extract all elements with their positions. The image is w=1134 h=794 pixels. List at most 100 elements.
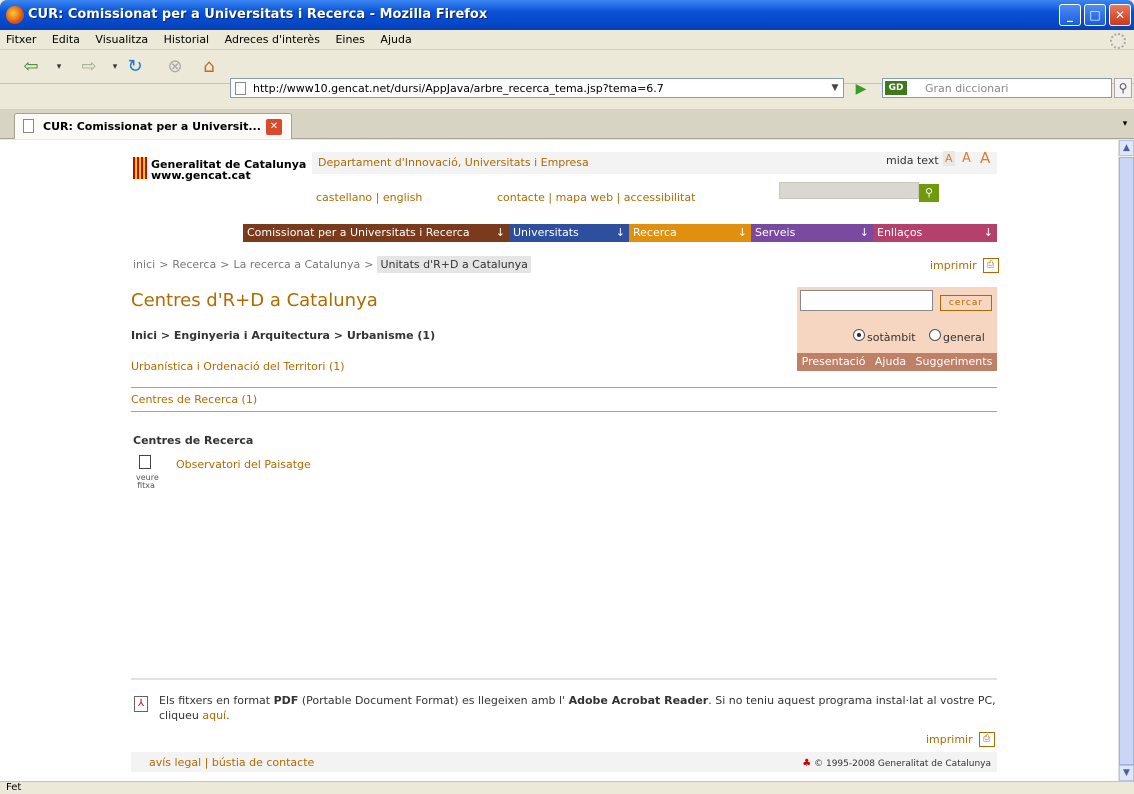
nav-label: Comissionat per a Universitats i Recerca <box>247 226 470 239</box>
pdf-note-text: . <box>226 709 230 722</box>
link-presentacio[interactable]: Presentació <box>802 353 866 371</box>
minimize-button[interactable]: _ <box>1059 4 1081 26</box>
home-icon[interactable]: ⌂ <box>196 56 222 78</box>
search-engine-box[interactable]: GD Gran diccionari <box>882 78 1112 98</box>
breadcrumb-separator: > <box>220 257 230 271</box>
gencat-logo[interactable] <box>133 157 147 179</box>
search-input[interactable] <box>800 290 933 311</box>
tab-title: CUR: Comissionat per a Universit... <box>43 120 261 133</box>
tab-active[interactable]: CUR: Comissionat per a Universit... ✕ <box>14 113 292 139</box>
divider <box>131 678 997 680</box>
arrow-down-icon: ↓ <box>737 226 747 239</box>
back-button[interactable]: ⇦ <box>14 56 48 78</box>
document-icon[interactable] <box>139 455 151 469</box>
forward-button[interactable]: ⇨ <box>72 56 106 78</box>
breadcrumb-inici[interactable]: inici <box>133 258 155 271</box>
radio-general[interactable] <box>929 329 941 341</box>
subtopic-link[interactable]: Urbanística i Ordenació del Territori (1… <box>131 360 345 373</box>
nav-label: Enllaços <box>877 226 923 239</box>
print-icon: ⎙ <box>982 258 999 273</box>
page-icon <box>23 119 34 133</box>
site-search-button[interactable]: ⚲ <box>919 184 939 202</box>
print-icon: ⎙ <box>978 732 995 747</box>
print-link-top[interactable]: imprimir ⎙ <box>930 258 999 273</box>
pdf-term: PDF <box>273 694 299 707</box>
status-bar: Fet <box>0 781 1134 794</box>
link-ajuda[interactable]: Ajuda <box>875 353 906 371</box>
status-text: Fet <box>6 782 22 793</box>
nav-label: Universitats <box>513 226 579 239</box>
tab-list-icon[interactable]: ▾ <box>1118 110 1132 138</box>
view-record-link[interactable]: veure fitxa <box>136 474 159 490</box>
entry-link[interactable]: Observatori del Paisatge <box>176 458 311 471</box>
window-titlebar[interactable]: CUR: Comissionat per a Universitats i Re… <box>0 0 1134 30</box>
main-nav: Comissionat per a Universitats i Recerca… <box>243 224 997 242</box>
pdf-note-text: (Portable Document Format) es llegeixen … <box>298 694 569 707</box>
copyright: ♣ © 1995-2008 Generalitat de Catalunya <box>802 758 991 769</box>
divider <box>131 411 997 412</box>
menu-eines[interactable]: Eines <box>329 30 370 46</box>
scroll-thumb[interactable] <box>1119 157 1134 765</box>
stop-icon[interactable]: ⊗ <box>162 56 188 78</box>
close-tab-icon[interactable]: ✕ <box>266 119 282 135</box>
gencat-mini-icon: ♣ <box>802 758 812 769</box>
url-dropdown-icon[interactable]: ▼ <box>827 79 843 97</box>
go-icon[interactable]: ▶ <box>852 80 870 98</box>
pdf-icon: ⅄ <box>134 696 148 712</box>
header-links[interactable]: contacte | mapa web | accessibilitat <box>497 191 695 204</box>
breadcrumb-separator: > <box>159 257 169 271</box>
link-suggeriments[interactable]: Suggeriments <box>916 353 993 371</box>
language-links[interactable]: castellano | english <box>316 191 422 204</box>
scroll-down-icon[interactable]: ▼ <box>1119 765 1134 781</box>
menu-adreces[interactable]: Adreces d'interès <box>219 30 326 46</box>
search-button[interactable]: cercar <box>940 295 992 311</box>
menu-edita[interactable]: Edita <box>46 30 86 46</box>
pdf-note-text: Els fitxers en format <box>159 694 274 707</box>
reader-name: Adobe Acrobat Reader <box>568 694 709 707</box>
back-dropdown-icon[interactable]: ▾ <box>52 56 66 78</box>
url-bar[interactable]: http://www10.gencat.net/dursi/AppJava/ar… <box>230 78 844 98</box>
menu-historial[interactable]: Historial <box>158 30 215 46</box>
nav-label: Recerca <box>633 226 677 239</box>
copyright-text: © 1995-2008 Generalitat de Catalunya <box>814 759 991 769</box>
text-size-small[interactable]: A <box>943 151 955 166</box>
breadcrumb-recerca-catalunya[interactable]: La recerca a Catalunya <box>233 258 360 271</box>
search-engine-icon[interactable]: GD <box>885 81 907 95</box>
vertical-scrollbar[interactable]: ▲ ▼ <box>1118 140 1134 781</box>
print-label: imprimir <box>926 733 973 746</box>
download-link[interactable]: aquí <box>202 709 226 722</box>
radio-sotambit[interactable] <box>853 329 865 341</box>
menu-fitxer[interactable]: Fitxer <box>0 30 42 46</box>
window-title: CUR: Comissionat per a Universitats i Re… <box>28 7 488 22</box>
menu-ajuda[interactable]: Ajuda <box>374 30 417 46</box>
site-search-input[interactable] <box>779 182 919 199</box>
arrow-down-icon: ↓ <box>615 226 625 239</box>
print-link-bottom[interactable]: imprimir ⎙ <box>926 732 995 747</box>
text-size-medium[interactable]: A <box>962 151 971 166</box>
throbber-icon <box>1110 33 1126 49</box>
nav-universitats[interactable]: Universitats ↓ <box>509 224 629 242</box>
search-placeholder: Gran diccionari <box>925 82 1009 95</box>
nav-enllacos[interactable]: Enllaços ↓ <box>873 224 997 242</box>
nav-serveis[interactable]: Serveis ↓ <box>751 224 873 242</box>
nav-comissionat[interactable]: Comissionat per a Universitats i Recerca… <box>243 224 509 242</box>
scroll-up-icon[interactable]: ▲ <box>1119 140 1134 156</box>
view-label-2: fitxa <box>137 481 155 490</box>
footer-links[interactable]: avís legal | bústia de contacte <box>149 756 314 769</box>
menu-bar: Fitxer Edita Visualitza Historial Adrece… <box>0 30 1134 50</box>
breadcrumb-recerca[interactable]: Recerca <box>172 258 216 271</box>
search-panel: cercar sotàmbit general Presentació Ajud… <box>797 287 997 371</box>
department-link[interactable]: Departament d'Innovació, Universitats i … <box>318 156 589 169</box>
nav-recerca[interactable]: Recerca ↓ <box>629 224 751 242</box>
forward-dropdown-icon[interactable]: ▾ <box>108 56 122 78</box>
close-window-button[interactable]: ✕ <box>1109 4 1131 26</box>
text-size-large[interactable]: A <box>980 149 990 167</box>
reload-icon[interactable]: ↻ <box>122 56 148 78</box>
nav-label: Serveis <box>755 226 796 239</box>
maximize-button[interactable]: □ <box>1084 4 1106 26</box>
topic-trail[interactable]: Inici > Enginyeria i Arquitectura > Urba… <box>131 329 435 342</box>
centres-link[interactable]: Centres de Recerca (1) <box>131 393 257 406</box>
menu-visualitza[interactable]: Visualitza <box>89 30 154 46</box>
logo-url[interactable]: www.gencat.cat <box>151 169 251 182</box>
search-icon[interactable]: ⚲ <box>1114 78 1132 98</box>
